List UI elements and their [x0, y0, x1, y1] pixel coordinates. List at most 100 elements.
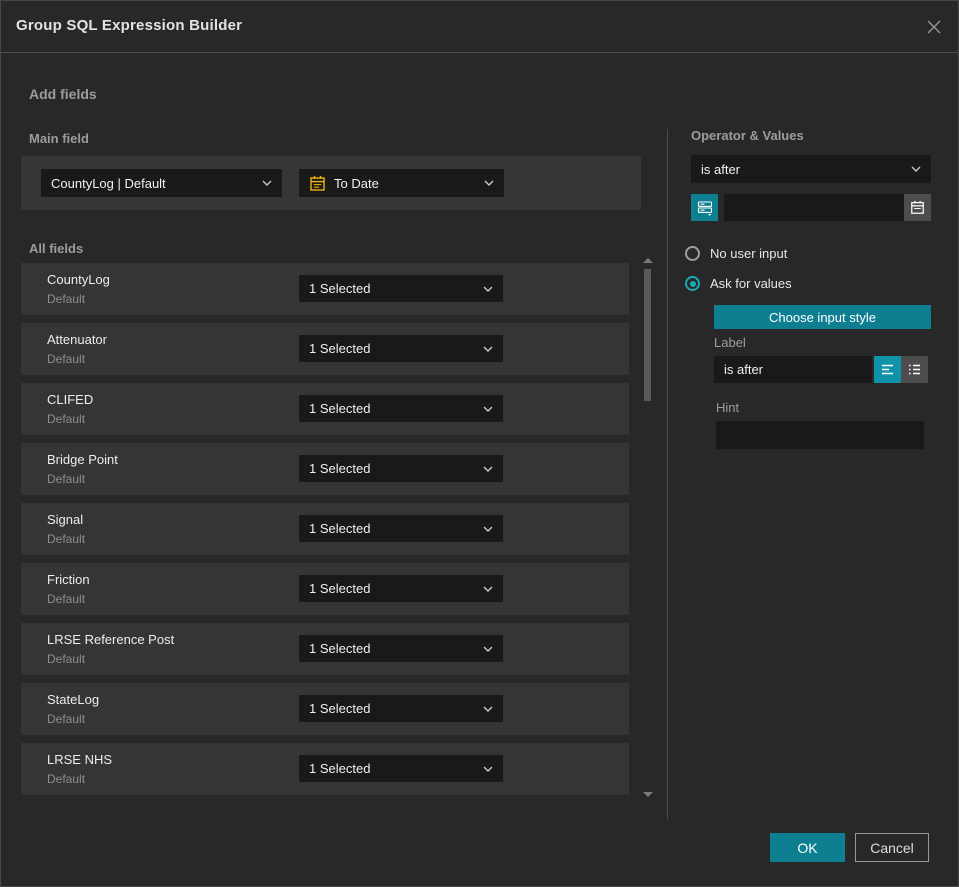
chevron-down-icon: [262, 180, 272, 186]
align-left-icon: [882, 364, 893, 375]
field-selected-dropdown[interactable]: 1 Selected: [299, 395, 503, 422]
field-subtitle: Default: [47, 472, 86, 486]
group-sql-expression-builder-dialog: Group SQL Expression Builder Add fields …: [0, 0, 959, 887]
field-selected-dropdown[interactable]: 1 Selected: [299, 635, 503, 662]
field-subtitle: Default: [47, 412, 86, 426]
chevron-down-icon: [483, 526, 493, 532]
field-selected-label: 1 Selected: [309, 701, 371, 716]
value-source-button[interactable]: [691, 194, 718, 221]
scrollbar-up-arrow[interactable]: [643, 258, 653, 263]
close-icon: [927, 20, 941, 34]
list-style-button[interactable]: [901, 356, 928, 383]
add-fields-heading: Add fields: [29, 86, 97, 102]
field-row: LRSE Reference Post Default 1 Selected: [21, 623, 629, 675]
main-field-select[interactable]: CountyLog | Default: [41, 169, 282, 197]
field-subtitle: Default: [47, 292, 86, 306]
field-row: CountyLog Default 1 Selected: [21, 263, 629, 315]
field-selected-dropdown[interactable]: 1 Selected: [299, 515, 503, 542]
date-picker-button[interactable]: [904, 194, 931, 221]
operator-select[interactable]: is after: [691, 155, 931, 183]
field-selected-dropdown[interactable]: 1 Selected: [299, 335, 503, 362]
choose-input-style-button[interactable]: Choose input style: [714, 305, 931, 329]
label-field-label: Label: [714, 335, 746, 350]
radio-no-user-input-label: No user input: [710, 246, 788, 261]
dialog-titlebar: Group SQL Expression Builder: [1, 1, 958, 53]
bullet-list-icon: [909, 364, 920, 375]
field-name: Friction: [47, 572, 90, 587]
all-fields-list: CountyLog Default 1 Selected Attenuator …: [21, 263, 629, 803]
operator-select-value: is after: [701, 161, 741, 177]
cancel-button[interactable]: Cancel: [855, 833, 929, 862]
chevron-down-icon: [483, 286, 493, 292]
field-subtitle: Default: [47, 532, 86, 546]
field-selected-label: 1 Selected: [309, 401, 371, 416]
single-line-style-button[interactable]: [874, 356, 901, 383]
field-subtitle: Default: [47, 772, 86, 786]
field-row: CLIFED Default 1 Selected: [21, 383, 629, 435]
dialog-title: Group SQL Expression Builder: [16, 17, 243, 34]
field-selected-label: 1 Selected: [309, 761, 371, 776]
label-input[interactable]: [714, 356, 872, 383]
scrollbar-down-arrow[interactable]: [643, 792, 653, 797]
field-selected-label: 1 Selected: [309, 281, 371, 296]
field-name: Bridge Point: [47, 452, 118, 467]
radio-ask-for-values[interactable]: Ask for values: [685, 276, 792, 291]
field-name: LRSE NHS: [47, 752, 113, 767]
close-button[interactable]: [922, 15, 946, 39]
chevron-down-icon: [483, 586, 493, 592]
chevron-down-icon: [483, 466, 493, 472]
field-selected-label: 1 Selected: [309, 641, 371, 656]
field-row: Bridge Point Default 1 Selected: [21, 443, 629, 495]
field-name: StateLog: [47, 692, 100, 707]
stacked-values-icon: [697, 200, 712, 216]
radio-ask-for-values-label: Ask for values: [710, 276, 792, 291]
field-subtitle: Default: [47, 592, 86, 606]
field-subtitle: Default: [47, 712, 86, 726]
field-name: LRSE Reference Post: [47, 632, 175, 647]
field-row: Attenuator Default 1 Selected: [21, 323, 629, 375]
chevron-down-icon: [484, 180, 494, 186]
chevron-down-icon: [911, 166, 921, 172]
field-selected-dropdown[interactable]: 1 Selected: [299, 455, 503, 482]
hint-input[interactable]: [716, 421, 924, 449]
field-selected-label: 1 Selected: [309, 521, 371, 536]
main-field-select-value: CountyLog | Default: [51, 175, 166, 191]
field-selected-dropdown[interactable]: 1 Selected: [299, 695, 503, 722]
main-field-panel: CountyLog | Default To Date: [21, 156, 641, 210]
all-fields-label: All fields: [29, 241, 84, 256]
field-row: Signal Default 1 Selected: [21, 503, 629, 555]
field-subtitle: Default: [47, 352, 86, 366]
chevron-down-icon: [483, 346, 493, 352]
field-subtitle: Default: [47, 652, 86, 666]
hint-field-label: Hint: [716, 400, 740, 415]
field-selected-label: 1 Selected: [309, 341, 371, 356]
field-name: CLIFED: [47, 392, 94, 407]
chevron-down-icon: [483, 406, 493, 412]
ok-button[interactable]: OK: [770, 833, 845, 862]
field-row: Friction Default 1 Selected: [21, 563, 629, 615]
field-name: Attenuator: [47, 332, 107, 347]
field-selected-dropdown[interactable]: 1 Selected: [299, 575, 503, 602]
main-field-date-select[interactable]: To Date: [299, 169, 504, 197]
operator-values-title: Operator & Values: [691, 128, 804, 143]
calendar-icon: [911, 200, 924, 214]
vertical-divider: [667, 129, 668, 819]
field-row: LRSE NHS Default 1 Selected: [21, 743, 629, 795]
value-input-row: [691, 194, 931, 221]
field-selected-label: 1 Selected: [309, 581, 371, 596]
scrollbar-thumb[interactable]: [644, 269, 651, 401]
main-field-label: Main field: [29, 131, 89, 146]
field-selected-dropdown[interactable]: 1 Selected: [299, 275, 503, 302]
field-name: CountyLog: [47, 272, 110, 287]
field-selected-label: 1 Selected: [309, 461, 371, 476]
label-input-row: [714, 356, 928, 383]
field-selected-dropdown[interactable]: 1 Selected: [299, 755, 503, 782]
calendar-icon: [309, 175, 326, 192]
value-input[interactable]: [724, 194, 904, 221]
field-name: Signal: [47, 512, 84, 527]
main-field-date-value: To Date: [334, 175, 379, 191]
radio-no-user-input[interactable]: No user input: [685, 246, 787, 261]
field-row: StateLog Default 1 Selected: [21, 683, 629, 735]
chevron-down-icon: [483, 706, 493, 712]
chevron-down-icon: [483, 646, 493, 652]
